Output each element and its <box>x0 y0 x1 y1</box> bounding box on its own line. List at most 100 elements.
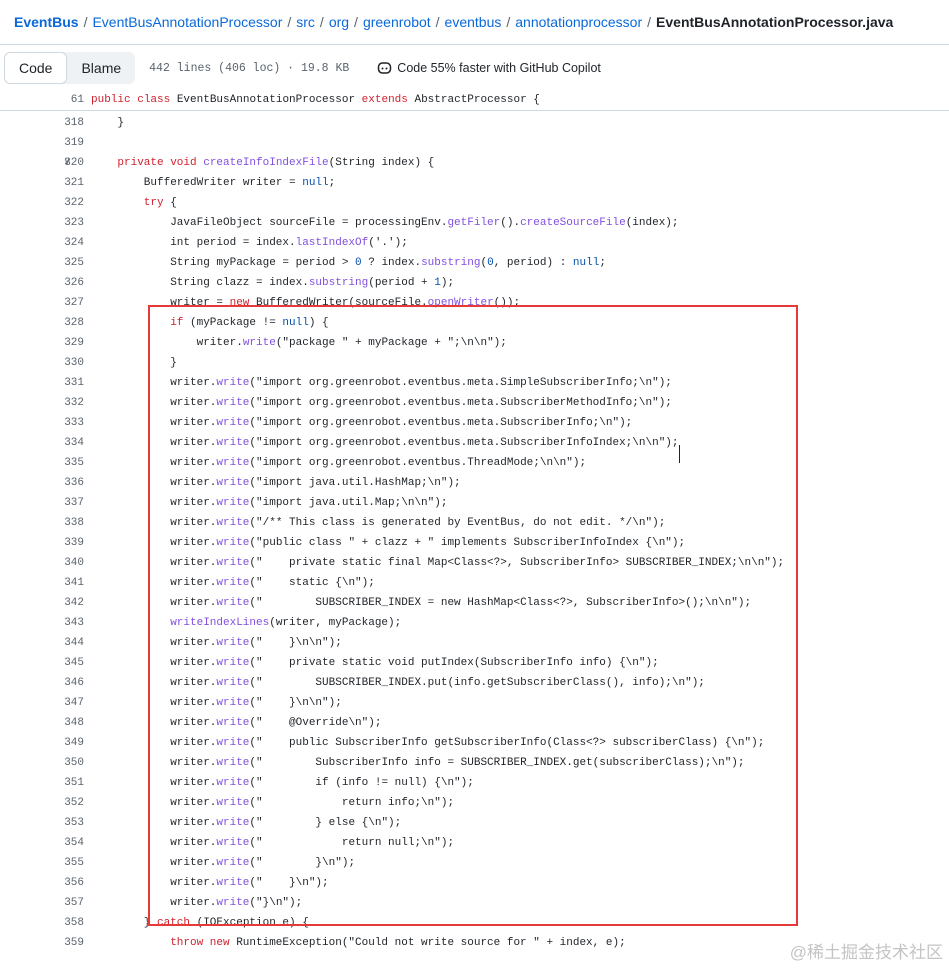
watermark: @稀土掘金技术社区 <box>789 943 943 962</box>
line-number[interactable]: 333 <box>0 413 84 433</box>
line-number[interactable]: 356 <box>0 873 84 893</box>
code-text: throw new RuntimeException("Could not wr… <box>170 933 625 953</box>
code-text: } <box>117 113 124 133</box>
text-cursor <box>679 445 680 463</box>
line-number[interactable]: 335 <box>0 453 84 473</box>
line-number[interactable]: 354 <box>0 833 84 853</box>
code-token: BufferedWriter writer = <box>143 177 303 189</box>
line-number[interactable]: 318 <box>0 113 84 133</box>
code-line: 319 <box>0 133 949 153</box>
code-text: String myPackage = period > 0 ? index.su… <box>170 253 606 273</box>
breadcrumb-separator: / <box>506 14 511 30</box>
breadcrumb-link[interactable]: src <box>296 14 315 30</box>
tab-code[interactable]: Code <box>4 52 68 84</box>
code-line: 322 try { <box>0 193 949 213</box>
copilot-icon <box>378 62 392 74</box>
line-number[interactable]: 337 <box>0 493 84 513</box>
line-number[interactable]: 332 <box>0 393 84 413</box>
line-number[interactable]: 330 <box>0 353 84 373</box>
line-number[interactable]: 61 <box>0 90 84 110</box>
code-token: public <box>91 94 138 106</box>
line-number[interactable]: 353 <box>0 813 84 833</box>
code-text: JavaFileObject sourceFile = processingEn… <box>170 213 678 233</box>
code-token: getFiler <box>447 217 501 229</box>
code-line: 321 BufferedWriter writer = null; <box>0 173 949 193</box>
breadcrumb-separator: / <box>435 14 440 30</box>
divider <box>0 44 949 45</box>
line-number[interactable]: 344 <box>0 633 84 653</box>
line-number[interactable]: 319 <box>0 133 84 153</box>
code-token: extends <box>361 94 415 106</box>
line-number[interactable]: 347 <box>0 693 84 713</box>
line-number[interactable]: 352 <box>0 793 84 813</box>
line-number[interactable]: 323 <box>0 213 84 233</box>
breadcrumb-link[interactable]: eventbus <box>445 14 502 30</box>
breadcrumb-link[interactable]: greenrobot <box>363 14 431 30</box>
line-number[interactable]: 322 <box>0 193 84 213</box>
code-token: } <box>117 117 124 129</box>
breadcrumb-link[interactable]: EventBus <box>14 14 79 30</box>
code-text: int period = index.lastIndexOf('.'); <box>170 233 408 253</box>
line-number[interactable]: 343 <box>0 613 84 633</box>
code-token: 1 <box>434 277 441 289</box>
highlight-box <box>148 305 798 926</box>
breadcrumb: EventBus / EventBusAnnotationProcessor / src… <box>14 14 893 30</box>
line-number[interactable]: 349 <box>0 733 84 753</box>
line-number[interactable]: 346 <box>0 673 84 693</box>
line-number[interactable]: 342 <box>0 593 84 613</box>
code-token: String myPackage = period > <box>170 257 356 269</box>
code-token: , period) : <box>493 257 573 269</box>
breadcrumb-separator: / <box>83 14 88 30</box>
code-token: AbstractProcessor { <box>414 94 540 106</box>
line-number[interactable]: 359 <box>0 933 84 953</box>
breadcrumb-link[interactable]: annotationprocessor <box>515 14 642 30</box>
line-number[interactable]: 340 <box>0 553 84 573</box>
code-token: try <box>143 197 171 209</box>
code-token: (index); <box>625 217 679 229</box>
line-number[interactable]: 320 <box>0 153 84 173</box>
line-number[interactable]: 355 <box>0 853 84 873</box>
line-number[interactable]: 327 <box>0 293 84 313</box>
code-token: class <box>137 94 177 106</box>
code-token: substring <box>308 277 369 289</box>
code-token: substring <box>421 257 481 269</box>
copilot-text: Code 55% faster with GitHub Copilot <box>397 61 601 75</box>
line-number[interactable]: 324 <box>0 233 84 253</box>
line-number[interactable]: 325 <box>0 253 84 273</box>
sticky-header-line: 61 public class EventBusAnnotationProcess… <box>0 90 949 111</box>
line-number[interactable]: 336 <box>0 473 84 493</box>
code-token: String clazz = index. <box>170 277 309 289</box>
line-number[interactable]: 350 <box>0 753 84 773</box>
line-number[interactable]: 329 <box>0 333 84 353</box>
line-number[interactable]: 351 <box>0 773 84 793</box>
line-number[interactable]: 357 <box>0 893 84 913</box>
line-number[interactable]: 338 <box>0 513 84 533</box>
code-token: null <box>572 257 600 269</box>
breadcrumb-link[interactable]: EventBusAnnotationProcessor <box>92 14 282 30</box>
breadcrumb-link[interactable]: org <box>329 14 349 30</box>
code-text: public class EventBusAnnotationProcessor… <box>91 90 540 110</box>
line-number[interactable]: 341 <box>0 573 84 593</box>
line-number[interactable]: 321 <box>0 173 84 193</box>
line-number[interactable]: 358 <box>0 913 84 933</box>
code-text: try { <box>144 193 177 213</box>
line-number[interactable]: 326 <box>0 273 84 293</box>
code-token: (String index) { <box>328 157 435 169</box>
line-number[interactable]: 345 <box>0 653 84 673</box>
copilot-link[interactable]: Code 55% faster with GitHub Copilot <box>377 61 601 75</box>
code-line: 326 String clazz = index.substring(period… <box>0 273 949 293</box>
code-text: private void createInfoIndexFile(String … <box>117 153 434 173</box>
line-number[interactable]: 348 <box>0 713 84 733</box>
line-number[interactable]: 328 <box>0 313 84 333</box>
code-token: ('.'); <box>368 237 408 249</box>
code-token: throw <box>170 937 210 949</box>
line-number[interactable]: 339 <box>0 533 84 553</box>
code-token: ; <box>599 257 606 269</box>
line-number[interactable]: 334 <box>0 433 84 453</box>
fold-chevron-icon[interactable]: ∨ <box>64 153 70 173</box>
line-number[interactable]: 331 <box>0 373 84 393</box>
tab-blame[interactable]: Blame <box>67 52 135 84</box>
code-token: ? index. <box>361 257 422 269</box>
code-token: (). <box>500 217 521 229</box>
breadcrumb-separator: / <box>647 14 652 30</box>
